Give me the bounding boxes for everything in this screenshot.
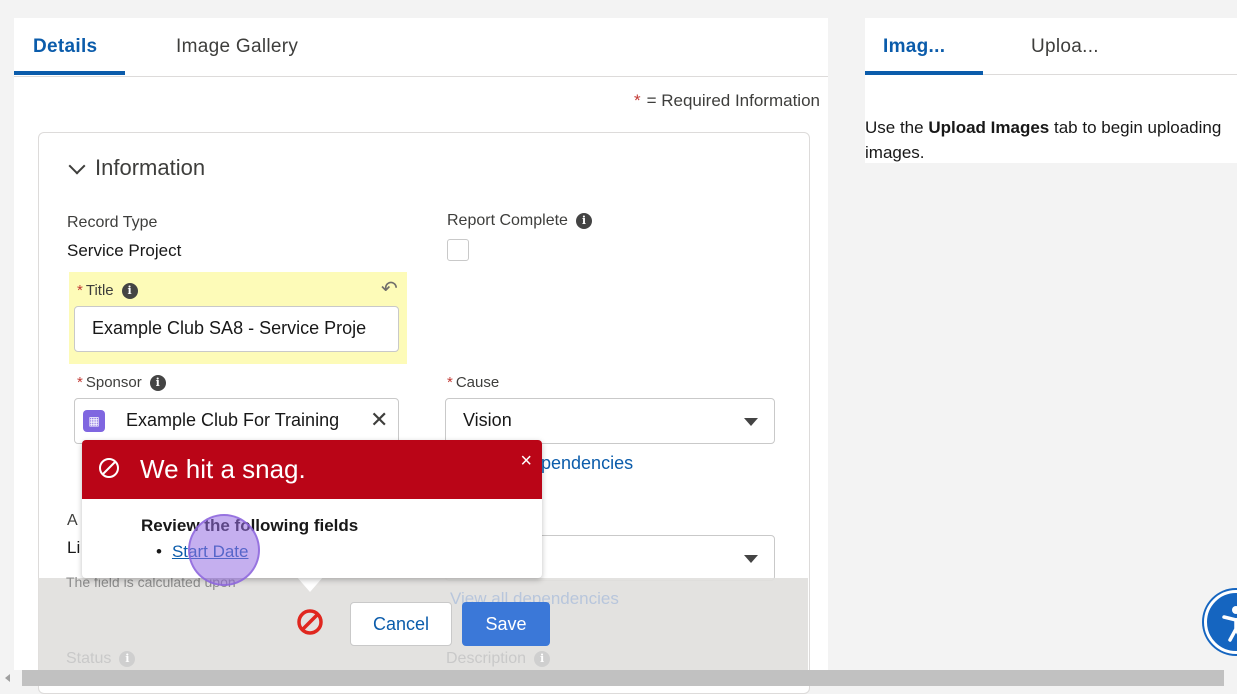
cancel-button[interactable]: Cancel: [350, 602, 452, 646]
hidden-field-value: Li: [67, 538, 81, 557]
tab-images[interactable]: Imag...: [883, 36, 945, 58]
cause-label: * Cause: [447, 374, 499, 391]
info-icon[interactable]: i: [149, 375, 166, 391]
error-stop-icon[interactable]: [296, 608, 324, 636]
tab-upload-images[interactable]: Uploa...: [1031, 36, 1099, 58]
popover-pointer: [296, 576, 324, 592]
required-marker: *: [77, 282, 83, 299]
info-icon: i: [119, 651, 136, 667]
required-marker: *: [447, 374, 453, 391]
title-label-text: Title: [85, 282, 114, 299]
image-tabs: Imag... Uploa...: [865, 18, 1237, 75]
scroll-left-icon[interactable]: [5, 674, 10, 682]
title-label: * Title i: [77, 282, 138, 299]
chevron-down-icon: [68, 157, 86, 175]
section-header[interactable]: Information: [67, 155, 205, 181]
error-popover: We hit a snag. × Review the following fi…: [82, 440, 542, 578]
click-indicator: [188, 514, 260, 586]
image-sidebar-panel: Imag... Uploa... Use the Upload Images t…: [865, 18, 1237, 163]
ban-icon: [99, 458, 119, 478]
accessibility-button[interactable]: [1204, 590, 1237, 654]
status-label: Status i: [66, 650, 136, 668]
required-marker: *: [77, 374, 83, 391]
sponsor-label-text: Sponsor: [85, 374, 142, 391]
cause-label-text: Cause: [455, 374, 500, 391]
active-tab-indicator: [865, 71, 983, 75]
tab-details[interactable]: Details: [33, 36, 97, 58]
instruction-text-start: Use the: [865, 118, 924, 137]
tab-image-gallery[interactable]: Image Gallery: [176, 36, 298, 58]
required-info-note: * = Required Information: [634, 91, 820, 111]
error-popover-title: We hit a snag.: [140, 454, 306, 484]
active-tab-indicator: [14, 71, 125, 75]
cause-select[interactable]: Vision: [445, 398, 775, 444]
error-popover-header: We hit a snag. ×: [82, 440, 542, 499]
bullet: •: [156, 542, 162, 561]
required-info-text: = Required Information: [646, 91, 820, 110]
info-icon: i: [534, 651, 551, 667]
hidden-field-label: A: [67, 512, 78, 529]
section-title: Information: [95, 155, 206, 180]
scrollbar-thumb[interactable]: [22, 670, 1224, 686]
instruction-text-bold: Upload Images: [928, 118, 1050, 137]
status-label-text: Status: [66, 650, 112, 667]
account-icon: ▦: [83, 410, 105, 432]
record-type-value: Service Project: [67, 241, 182, 260]
required-star: *: [633, 91, 641, 110]
description-label: Description i: [446, 650, 551, 668]
undo-icon[interactable]: ↶: [381, 276, 398, 301]
sponsor-lookup-input[interactable]: Example Club For Training: [74, 398, 399, 444]
clear-icon[interactable]: ✕: [370, 407, 388, 433]
view-dependencies-link[interactable]: pendencies: [541, 453, 633, 474]
description-label-text: Description: [446, 650, 527, 667]
info-icon[interactable]: i: [121, 283, 138, 299]
report-complete-checkbox[interactable]: [447, 239, 469, 261]
report-complete-label-text: Report Complete: [447, 212, 568, 229]
save-button[interactable]: Save: [462, 602, 550, 646]
title-input[interactable]: Example Club SA8 - Service Proje: [74, 306, 399, 352]
sponsor-label: * Sponsor i: [77, 374, 166, 391]
chevron-down-icon: [744, 418, 758, 426]
horizontal-scrollbar[interactable]: [0, 670, 1237, 686]
detail-tabs: Details Image Gallery: [14, 18, 828, 77]
record-type-label: Record Type: [67, 214, 158, 231]
accessibility-icon: [1222, 606, 1237, 642]
chevron-down-icon: [744, 555, 758, 563]
close-icon[interactable]: ×: [520, 450, 532, 473]
report-complete-label: Report Complete i: [447, 212, 592, 230]
info-icon[interactable]: i: [575, 213, 592, 229]
upload-instructions: Use the Upload Images tab to begin uploa…: [865, 115, 1225, 165]
